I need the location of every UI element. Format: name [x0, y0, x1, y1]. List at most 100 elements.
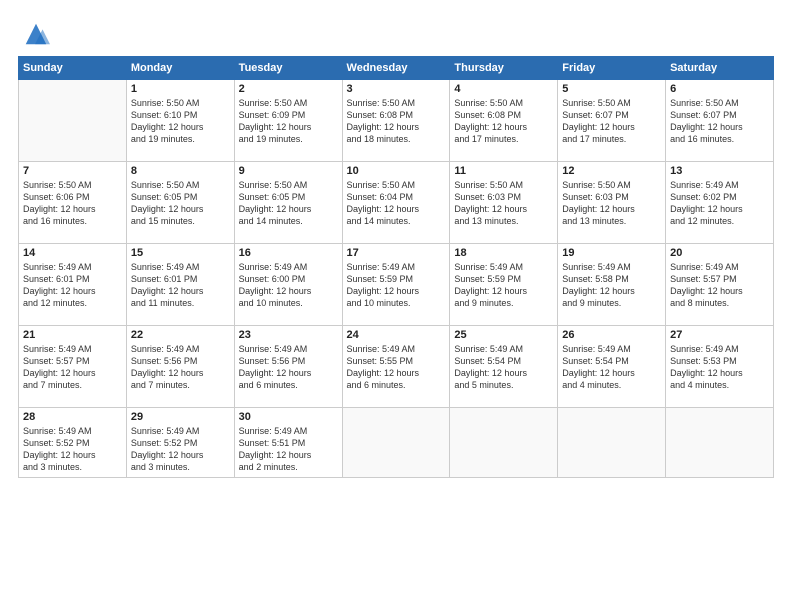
day-info: Sunrise: 5:49 AM Sunset: 6:02 PM Dayligh…: [670, 179, 769, 228]
calendar-cell: 29 Sunrise: 5:49 AM Sunset: 5:52 PM Dayli…: [126, 408, 234, 478]
calendar-cell: 30 Sunrise: 5:49 AM Sunset: 5:51 PM Dayli…: [234, 408, 342, 478]
day-info: Sunrise: 5:50 AM Sunset: 6:04 PM Dayligh…: [347, 179, 446, 228]
day-number: 21: [23, 329, 122, 341]
calendar-cell: [558, 408, 666, 478]
day-info: Sunrise: 5:49 AM Sunset: 6:01 PM Dayligh…: [131, 261, 230, 310]
calendar-page: SundayMondayTuesdayWednesdayThursdayFrid…: [0, 0, 792, 612]
calendar-cell: 10 Sunrise: 5:50 AM Sunset: 6:04 PM Dayli…: [342, 162, 450, 244]
day-number: 7: [23, 165, 122, 177]
day-number: 26: [562, 329, 661, 341]
day-info: Sunrise: 5:49 AM Sunset: 5:56 PM Dayligh…: [131, 343, 230, 392]
day-info: Sunrise: 5:49 AM Sunset: 5:52 PM Dayligh…: [23, 425, 122, 474]
calendar-cell: 9 Sunrise: 5:50 AM Sunset: 6:05 PM Daylig…: [234, 162, 342, 244]
day-info: Sunrise: 5:49 AM Sunset: 5:53 PM Dayligh…: [670, 343, 769, 392]
day-info: Sunrise: 5:49 AM Sunset: 5:54 PM Dayligh…: [562, 343, 661, 392]
day-number: 4: [454, 83, 553, 95]
day-number: 16: [239, 247, 338, 259]
calendar-cell: 27 Sunrise: 5:49 AM Sunset: 5:53 PM Dayli…: [666, 326, 774, 408]
weekday-header-friday: Friday: [558, 57, 666, 80]
day-number: 5: [562, 83, 661, 95]
calendar-cell: 19 Sunrise: 5:49 AM Sunset: 5:58 PM Dayli…: [558, 244, 666, 326]
weekday-header-sunday: Sunday: [19, 57, 127, 80]
day-info: Sunrise: 5:50 AM Sunset: 6:10 PM Dayligh…: [131, 97, 230, 146]
calendar-table: SundayMondayTuesdayWednesdayThursdayFrid…: [18, 56, 774, 478]
calendar-cell: 25 Sunrise: 5:49 AM Sunset: 5:54 PM Dayli…: [450, 326, 558, 408]
day-info: Sunrise: 5:50 AM Sunset: 6:08 PM Dayligh…: [347, 97, 446, 146]
day-info: Sunrise: 5:49 AM Sunset: 5:58 PM Dayligh…: [562, 261, 661, 310]
calendar-cell: 2Sunrise: 5:50 AM Sunset: 6:09 PM Daylig…: [234, 80, 342, 162]
day-number: 30: [239, 411, 338, 423]
calendar-cell: 4 Sunrise: 5:50 AM Sunset: 6:08 PM Daylig…: [450, 80, 558, 162]
day-info: Sunrise: 5:50 AM Sunset: 6:05 PM Dayligh…: [239, 179, 338, 228]
day-number: 8: [131, 165, 230, 177]
day-number: 14: [23, 247, 122, 259]
day-number: 9: [239, 165, 338, 177]
calendar-cell: 5 Sunrise: 5:50 AM Sunset: 6:07 PM Daylig…: [558, 80, 666, 162]
day-info: Sunrise: 5:49 AM Sunset: 5:54 PM Dayligh…: [454, 343, 553, 392]
calendar-cell: 1 Sunrise: 5:50 AM Sunset: 6:10 PM Daylig…: [126, 80, 234, 162]
calendar-cell: 16Sunrise: 5:49 AM Sunset: 6:00 PM Dayli…: [234, 244, 342, 326]
day-info: Sunrise: 5:50 AM Sunset: 6:03 PM Dayligh…: [562, 179, 661, 228]
calendar-cell: 26 Sunrise: 5:49 AM Sunset: 5:54 PM Dayli…: [558, 326, 666, 408]
day-number: 20: [670, 247, 769, 259]
weekday-header-tuesday: Tuesday: [234, 57, 342, 80]
day-number: 6: [670, 83, 769, 95]
calendar-cell: 14 Sunrise: 5:49 AM Sunset: 6:01 PM Dayli…: [19, 244, 127, 326]
day-number: 25: [454, 329, 553, 341]
weekday-header-thursday: Thursday: [450, 57, 558, 80]
day-number: 24: [347, 329, 446, 341]
week-row-3: 14 Sunrise: 5:49 AM Sunset: 6:01 PM Dayli…: [19, 244, 774, 326]
day-info: Sunrise: 5:50 AM Sunset: 6:06 PM Dayligh…: [23, 179, 122, 228]
day-number: 23: [239, 329, 338, 341]
day-info: Sunrise: 5:49 AM Sunset: 5:59 PM Dayligh…: [454, 261, 553, 310]
day-info: Sunrise: 5:49 AM Sunset: 5:57 PM Dayligh…: [23, 343, 122, 392]
calendar-cell: [450, 408, 558, 478]
week-row-5: 28 Sunrise: 5:49 AM Sunset: 5:52 PM Dayli…: [19, 408, 774, 478]
day-info: Sunrise: 5:49 AM Sunset: 5:57 PM Dayligh…: [670, 261, 769, 310]
calendar-cell: 15Sunrise: 5:49 AM Sunset: 6:01 PM Dayli…: [126, 244, 234, 326]
calendar-cell: 12Sunrise: 5:50 AM Sunset: 6:03 PM Dayli…: [558, 162, 666, 244]
day-number: 28: [23, 411, 122, 423]
day-info: Sunrise: 5:50 AM Sunset: 6:09 PM Dayligh…: [239, 97, 338, 146]
calendar-cell: 20 Sunrise: 5:49 AM Sunset: 5:57 PM Dayli…: [666, 244, 774, 326]
page-header: [18, 18, 774, 48]
day-number: 3: [347, 83, 446, 95]
day-number: 22: [131, 329, 230, 341]
weekday-header-monday: Monday: [126, 57, 234, 80]
calendar-cell: 24 Sunrise: 5:49 AM Sunset: 5:55 PM Dayli…: [342, 326, 450, 408]
calendar-cell: 8 Sunrise: 5:50 AM Sunset: 6:05 PM Daylig…: [126, 162, 234, 244]
calendar-cell: [666, 408, 774, 478]
day-info: Sunrise: 5:49 AM Sunset: 5:55 PM Dayligh…: [347, 343, 446, 392]
day-number: 17: [347, 247, 446, 259]
calendar-cell: 7 Sunrise: 5:50 AM Sunset: 6:06 PM Daylig…: [19, 162, 127, 244]
day-number: 13: [670, 165, 769, 177]
week-row-1: 1 Sunrise: 5:50 AM Sunset: 6:10 PM Daylig…: [19, 80, 774, 162]
calendar-cell: 18Sunrise: 5:49 AM Sunset: 5:59 PM Dayli…: [450, 244, 558, 326]
day-number: 1: [131, 83, 230, 95]
day-info: Sunrise: 5:49 AM Sunset: 5:56 PM Dayligh…: [239, 343, 338, 392]
day-number: 27: [670, 329, 769, 341]
calendar-cell: 23 Sunrise: 5:49 AM Sunset: 5:56 PM Dayli…: [234, 326, 342, 408]
day-info: Sunrise: 5:50 AM Sunset: 6:07 PM Dayligh…: [670, 97, 769, 146]
day-info: Sunrise: 5:50 AM Sunset: 6:03 PM Dayligh…: [454, 179, 553, 228]
day-info: Sunrise: 5:50 AM Sunset: 6:07 PM Dayligh…: [562, 97, 661, 146]
day-number: 29: [131, 411, 230, 423]
weekday-header-row: SundayMondayTuesdayWednesdayThursdayFrid…: [19, 57, 774, 80]
calendar-cell: 11 Sunrise: 5:50 AM Sunset: 6:03 PM Dayli…: [450, 162, 558, 244]
week-row-4: 21 Sunrise: 5:49 AM Sunset: 5:57 PM Dayli…: [19, 326, 774, 408]
day-number: 19: [562, 247, 661, 259]
calendar-cell: 13 Sunrise: 5:49 AM Sunset: 6:02 PM Dayli…: [666, 162, 774, 244]
calendar-cell: 3 Sunrise: 5:50 AM Sunset: 6:08 PM Daylig…: [342, 80, 450, 162]
day-info: Sunrise: 5:50 AM Sunset: 6:08 PM Dayligh…: [454, 97, 553, 146]
calendar-cell: 22 Sunrise: 5:49 AM Sunset: 5:56 PM Dayli…: [126, 326, 234, 408]
calendar-cell: [342, 408, 450, 478]
day-info: Sunrise: 5:49 AM Sunset: 6:01 PM Dayligh…: [23, 261, 122, 310]
weekday-header-saturday: Saturday: [666, 57, 774, 80]
day-info: Sunrise: 5:49 AM Sunset: 5:52 PM Dayligh…: [131, 425, 230, 474]
day-info: Sunrise: 5:49 AM Sunset: 5:51 PM Dayligh…: [239, 425, 338, 474]
day-number: 11: [454, 165, 553, 177]
week-row-2: 7 Sunrise: 5:50 AM Sunset: 6:06 PM Daylig…: [19, 162, 774, 244]
calendar-cell: [19, 80, 127, 162]
day-info: Sunrise: 5:50 AM Sunset: 6:05 PM Dayligh…: [131, 179, 230, 228]
day-number: 10: [347, 165, 446, 177]
